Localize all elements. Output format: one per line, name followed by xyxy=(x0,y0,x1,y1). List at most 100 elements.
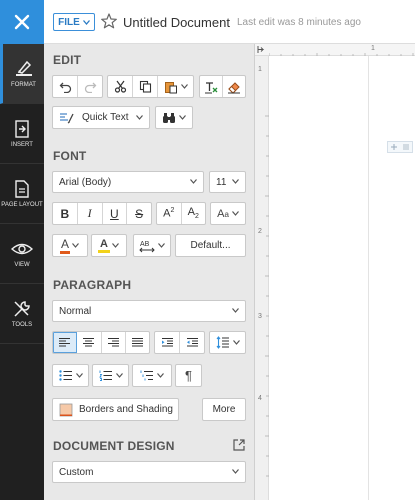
paragraph-more-label: More xyxy=(212,404,236,415)
paste-button[interactable] xyxy=(158,76,193,97)
superscript-icon: A2 xyxy=(163,207,175,220)
font-color-button[interactable]: A xyxy=(52,234,88,257)
alignment-group xyxy=(52,331,150,354)
table-insert-handle[interactable] xyxy=(387,141,413,153)
vertical-ruler[interactable]: 1 2 3 4 xyxy=(255,56,269,500)
align-center-button[interactable] xyxy=(77,332,102,353)
find-button[interactable] xyxy=(155,106,193,129)
insert-icon xyxy=(15,119,29,138)
paragraph-more-button[interactable]: More xyxy=(202,398,246,421)
show-formatting-marks-button[interactable]: ¶ xyxy=(175,364,202,387)
font-family-value: Arial (Body) xyxy=(59,176,112,188)
align-left-icon xyxy=(59,337,71,347)
last-edit-status[interactable]: Last edit was 8 minutes ago xyxy=(237,17,361,28)
align-left-button[interactable] xyxy=(53,332,78,353)
line-spacing-button[interactable] xyxy=(209,331,246,354)
paragraph-style-select[interactable]: Normal xyxy=(52,300,246,322)
increase-indent-icon xyxy=(161,337,173,347)
default-font-label: Default... xyxy=(190,240,231,251)
script-group: A2 A2 xyxy=(156,202,206,225)
rail-item-page-layout[interactable]: PAGE LAYOUT xyxy=(0,164,44,224)
justify-button[interactable] xyxy=(126,332,149,353)
chevron-down-icon xyxy=(180,84,188,89)
redo-button[interactable] xyxy=(78,76,102,97)
rail-item-view[interactable]: VIEW xyxy=(0,224,44,284)
text-format-icon xyxy=(205,81,218,93)
multilevel-list-button[interactable] xyxy=(132,364,172,387)
subscript-icon: A2 xyxy=(187,206,199,221)
chevron-down-icon xyxy=(232,179,239,184)
strikethrough-button[interactable]: S xyxy=(127,203,151,224)
file-menu-button[interactable]: FILE xyxy=(53,13,95,31)
rail-item-format[interactable]: FORMAT xyxy=(0,44,44,104)
rail-item-insert[interactable]: INSERT xyxy=(0,104,44,164)
star-icon[interactable] xyxy=(100,12,118,30)
underline-button[interactable]: U xyxy=(103,203,128,224)
cut-button[interactable] xyxy=(108,76,133,97)
bullet-list-button[interactable] xyxy=(52,364,89,387)
document-design-value: Custom xyxy=(59,466,94,478)
quick-text-icon xyxy=(60,112,74,124)
document-title[interactable]: Untitled Document xyxy=(123,15,230,30)
page-margin-line xyxy=(368,56,369,500)
strikethrough-icon: S xyxy=(135,206,144,221)
rail-item-label: VIEW xyxy=(14,261,30,268)
chevron-down-icon xyxy=(158,243,165,248)
font-color-icon: A xyxy=(59,237,70,254)
numbered-list-button[interactable] xyxy=(92,364,129,387)
character-spacing-icon: AB xyxy=(139,241,155,252)
paste-icon xyxy=(164,81,177,93)
bold-button[interactable]: B xyxy=(53,203,78,224)
underline-icon: U xyxy=(110,206,119,221)
ruler-tab-icon[interactable] xyxy=(257,45,265,54)
text-case-button[interactable]: Aa xyxy=(210,202,246,225)
superscript-button[interactable]: A2 xyxy=(157,203,182,224)
ruler-mark: 2 xyxy=(258,228,262,235)
edit-section-title: EDIT xyxy=(53,53,82,67)
undo-button[interactable] xyxy=(53,76,78,97)
highlight-color-icon: A xyxy=(98,238,110,253)
chevron-down-icon xyxy=(232,308,239,313)
chevron-down-icon xyxy=(82,19,90,25)
italic-icon: I xyxy=(87,206,92,220)
clear-formatting-button[interactable] xyxy=(200,76,223,97)
chevron-down-icon xyxy=(232,469,239,474)
subscript-button[interactable]: A2 xyxy=(182,203,206,224)
decrease-indent-button[interactable] xyxy=(180,332,204,353)
eraser-button[interactable] xyxy=(223,76,245,97)
add-icon xyxy=(391,144,397,150)
character-spacing-button[interactable]: AB xyxy=(133,234,171,257)
default-font-button[interactable]: Default... xyxy=(175,234,246,257)
align-right-button[interactable] xyxy=(102,332,126,353)
document-design-select[interactable]: Custom xyxy=(52,461,246,483)
font-size-select[interactable]: 11 xyxy=(209,171,246,193)
close-button[interactable] xyxy=(0,0,44,44)
rail-item-tools[interactable]: TOOLS xyxy=(0,284,44,344)
increase-indent-button[interactable] xyxy=(155,332,180,353)
format-panel: EDIT Quick Text FONT Arial (Body) 11 B I… xyxy=(44,44,255,500)
left-rail: FORMAT INSERT PAGE LAYOUT VIEW TOOLS xyxy=(0,44,44,500)
svg-text:AB: AB xyxy=(140,241,150,248)
document-design-section-title: DOCUMENT DESIGN xyxy=(53,439,175,453)
page-layout-icon xyxy=(15,179,29,198)
ruler-mark: 1 xyxy=(258,66,262,73)
highlight-color-button[interactable]: A xyxy=(91,234,127,257)
paragraph-style-value: Normal xyxy=(59,305,92,317)
document-canvas[interactable]: 1 1 2 3 4 xyxy=(255,44,415,500)
copy-icon xyxy=(139,80,151,93)
popout-icon[interactable] xyxy=(233,439,245,451)
horizontal-ruler[interactable]: 1 xyxy=(255,44,415,56)
ruler-ticks xyxy=(265,115,269,477)
borders-and-shading-label: Borders and Shading xyxy=(79,404,173,415)
font-family-select[interactable]: Arial (Body) xyxy=(52,171,204,193)
italic-button[interactable]: I xyxy=(78,203,103,224)
tools-icon xyxy=(14,300,30,317)
ruler-mark: 3 xyxy=(258,313,262,320)
borders-and-shading-button[interactable]: Borders and Shading xyxy=(52,398,179,421)
quick-text-button[interactable]: Quick Text xyxy=(52,106,150,129)
bold-icon: B xyxy=(60,206,70,221)
close-icon xyxy=(14,14,30,30)
copy-button[interactable] xyxy=(133,76,158,97)
undo-redo-group xyxy=(52,75,103,98)
chevron-down-icon xyxy=(179,115,186,120)
